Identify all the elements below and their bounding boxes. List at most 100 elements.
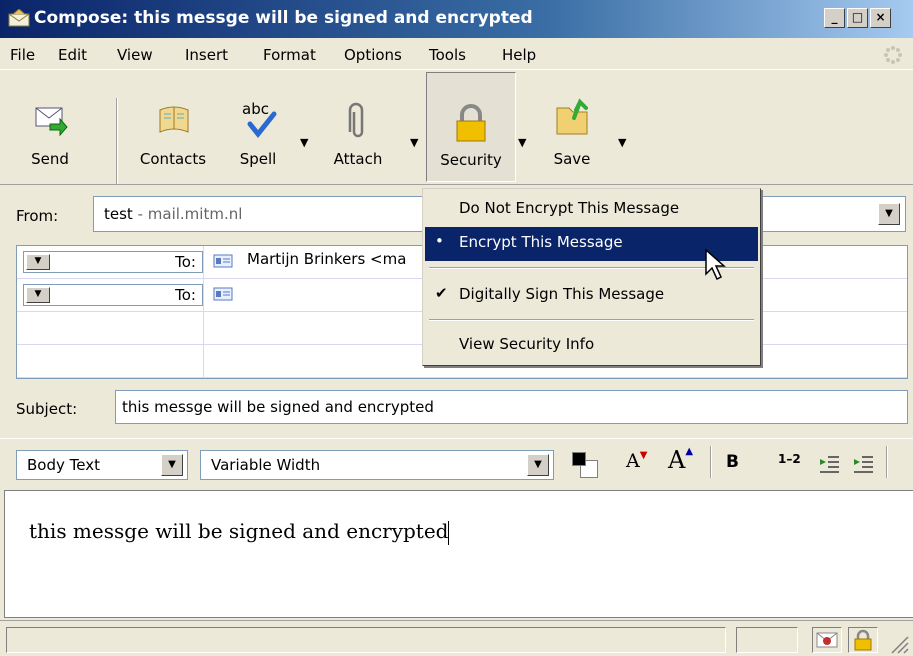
toolbar-separator [116, 98, 118, 184]
menu-item-mark: ✔ [435, 284, 448, 302]
paragraph-format-dropdown[interactable]: ▼ [161, 454, 183, 476]
signed-indicator[interactable] [812, 627, 842, 653]
security-dropdown-arrow[interactable]: ▼ [518, 136, 526, 149]
numbered-list-icon: 1–2 [778, 452, 801, 466]
indent-icon[interactable] [852, 454, 874, 474]
contacts-button[interactable]: Contacts [128, 72, 218, 182]
message-body-editor[interactable]: this messge will be signed and encrypted [4, 490, 913, 618]
font-dropdown[interactable]: ▼ [527, 454, 549, 476]
menu-item-mark: • [435, 232, 444, 250]
menu-tools[interactable]: Tools [429, 46, 466, 64]
format-separator [710, 446, 712, 478]
from-label: From: [16, 207, 59, 225]
numbered-list-button[interactable]: 1–2 [778, 452, 801, 466]
save-folder-icon [556, 98, 588, 135]
recipient-type-dropdown[interactable]: ▼ [26, 254, 50, 270]
menu-separator [429, 319, 754, 321]
subject-input[interactable]: this messge will be signed and encrypted [115, 390, 908, 424]
padlock-icon [456, 104, 486, 142]
decrease-arrow-icon: ▼ [639, 450, 648, 461]
larger-text-glyph: A [668, 446, 686, 474]
paragraph-format-value: Body Text [27, 456, 100, 474]
compose-window-icon [8, 9, 30, 27]
menu-item-label: Do Not Encrypt This Message [459, 199, 680, 217]
from-value: test - mail.mitm.nl [104, 205, 242, 223]
send-icon [35, 107, 68, 137]
spell-label: Spell [239, 150, 277, 168]
menu-view[interactable]: View [117, 46, 153, 64]
menu-options[interactable]: Options [344, 46, 402, 64]
increase-arrow-icon: ▲ [685, 446, 694, 457]
save-dropdown-arrow[interactable]: ▼ [618, 136, 626, 149]
column-divider [203, 312, 204, 345]
title-bar[interactable]: Compose: this messge will be signed and … [0, 0, 913, 38]
status-text-panel [6, 627, 726, 653]
menu-file[interactable]: File [10, 46, 35, 64]
toolbar: Send Contacts abc Spell ▼ Attach ▼ Secur… [0, 72, 913, 185]
minimize-button[interactable]: _ [824, 8, 845, 28]
padlock-status-icon [854, 629, 872, 651]
larger-text-button[interactable]: A▲ [668, 446, 693, 474]
subject-value: this messge will be signed and encrypted [122, 398, 434, 416]
font-value: Variable Width [211, 456, 321, 474]
recipient-type-label: To: [175, 286, 196, 304]
recipient-type-label: To: [175, 253, 196, 271]
paragraph-format-select[interactable]: Body Text ▼ [16, 450, 188, 480]
from-account: - mail.mitm.nl [132, 205, 243, 223]
menu-item-label: Digitally Sign This Message [459, 285, 665, 303]
signed-envelope-icon [816, 632, 838, 648]
spell-check-icon: abc [242, 100, 277, 139]
encrypted-indicator[interactable] [848, 627, 878, 653]
contact-card-icon [213, 254, 233, 268]
save-button[interactable]: Save [534, 72, 610, 182]
recipient-type-dropdown[interactable]: ▼ [26, 287, 50, 303]
menu-item-view-security-info[interactable]: View Security Info [425, 329, 758, 363]
menu-help[interactable]: Help [502, 46, 536, 64]
smaller-text-button[interactable]: A▼ [626, 450, 647, 472]
attach-label: Attach [333, 150, 383, 168]
contacts-label: Contacts [139, 150, 207, 168]
recipient-type-select[interactable]: ▼ To: [23, 251, 203, 273]
smaller-text-glyph: A [626, 450, 640, 472]
message-body-content: this messge will be signed and encrypted [29, 519, 449, 543]
text-color-swatch[interactable] [572, 452, 586, 466]
recipient-address[interactable]: Martijn Brinkers <ma [247, 250, 406, 268]
menu-item-label: Encrypt This Message [459, 233, 623, 251]
send-button[interactable]: Send [8, 72, 92, 182]
attach-button[interactable]: Attach [318, 72, 398, 182]
from-dropdown-button[interactable]: ▼ [878, 203, 900, 225]
menu-item-do-not-encrypt[interactable]: Do Not Encrypt This Message [425, 193, 758, 227]
spell-dropdown-arrow[interactable]: ▼ [300, 136, 308, 149]
status-progress-panel [736, 627, 798, 653]
spell-button[interactable]: abc Spell [226, 72, 290, 182]
menu-format[interactable]: Format [263, 46, 316, 64]
menu-item-label: View Security Info [459, 335, 595, 353]
close-button[interactable]: × [870, 8, 891, 28]
window-title: Compose: this messge will be signed and … [34, 8, 533, 28]
from-identity: test [104, 205, 133, 223]
status-bar [0, 620, 913, 656]
font-select[interactable]: Variable Width ▼ [200, 450, 554, 480]
attach-dropdown-arrow[interactable]: ▼ [410, 136, 418, 149]
svg-text:abc: abc [242, 100, 269, 118]
subject-label: Subject: [16, 400, 78, 418]
column-divider [203, 246, 204, 279]
column-divider [203, 279, 204, 312]
menu-insert[interactable]: Insert [185, 46, 228, 64]
bold-button[interactable]: B [726, 452, 739, 472]
mouse-pointer-icon [705, 248, 726, 281]
menu-item-digitally-sign[interactable]: ✔ Digitally Sign This Message [425, 279, 758, 313]
menu-edit[interactable]: Edit [58, 46, 87, 64]
menu-bar: File Edit View Insert Format Options Too… [0, 38, 913, 70]
format-separator [886, 446, 888, 478]
throbber-icon [884, 46, 902, 64]
contacts-icon [159, 106, 189, 133]
text-color-button[interactable] [570, 450, 600, 480]
resize-grip-icon[interactable] [886, 631, 910, 655]
outdent-icon[interactable] [818, 454, 840, 474]
security-label: Security [440, 151, 502, 169]
recipient-type-select[interactable]: ▼ To: [23, 284, 203, 306]
security-button[interactable]: Security [426, 72, 516, 182]
send-label: Send [31, 150, 69, 168]
maximize-button[interactable]: □ [847, 8, 868, 28]
